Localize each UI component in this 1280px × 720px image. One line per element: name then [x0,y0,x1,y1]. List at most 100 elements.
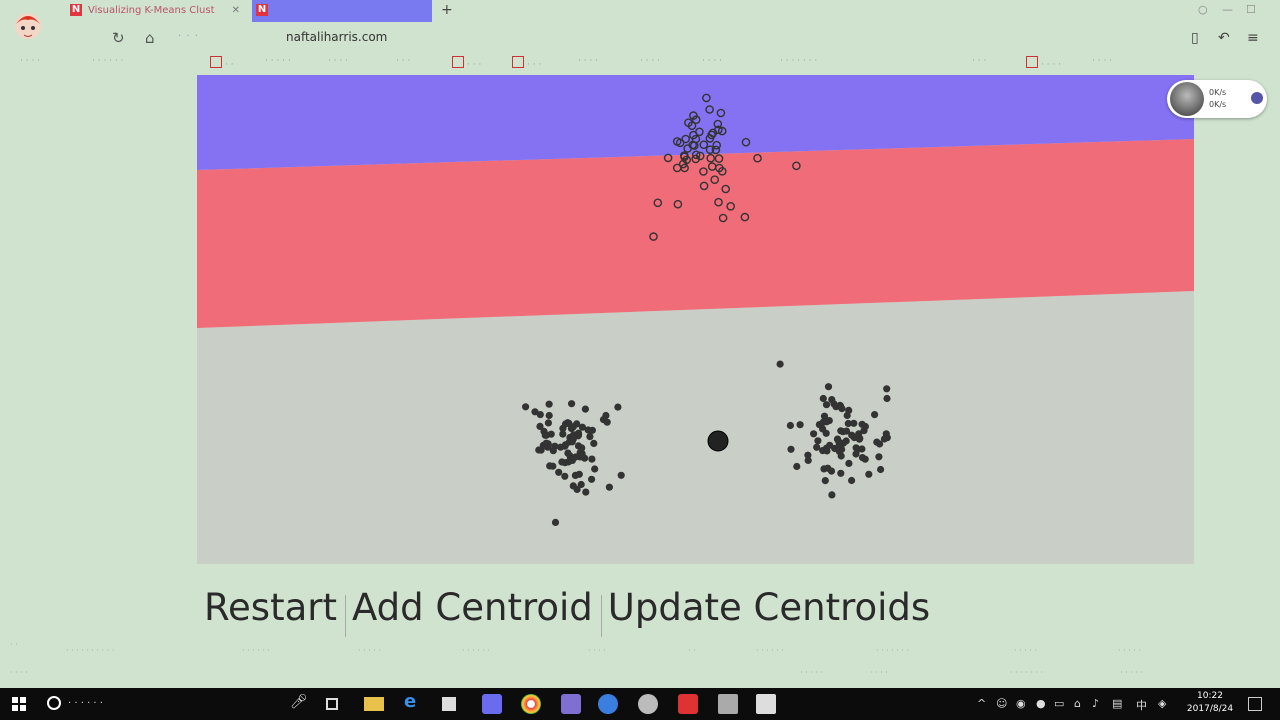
data-point [582,488,590,496]
data-point [522,403,530,411]
tray-expand-icon[interactable]: ^ [977,697,986,710]
maximize-icon[interactable]: ☐ [1246,3,1256,16]
data-point [569,431,577,439]
data-point [858,454,867,462]
close-icon[interactable]: ✕ [232,0,240,22]
system-clock[interactable]: 10:22 2017/8/24 [1185,690,1235,716]
new-tab-icon[interactable]: + [441,2,453,18]
footer-text: · · · · · · [462,646,490,655]
data-point [602,411,610,420]
microphone-icon[interactable]: 🎤︎ [290,694,310,714]
edge-icon[interactable]: e [404,691,424,712]
data-point [617,471,625,479]
bookmark-icon[interactable]: · · · · [328,56,348,66]
bookmark-icon[interactable]: · · [210,56,234,70]
browser-blue-icon[interactable] [598,694,618,714]
volume-icon[interactable]: ♪ [1092,697,1099,710]
undo-icon[interactable]: ↶ [1218,30,1230,46]
bookmark-icon[interactable]: · · · · [578,56,598,66]
data-point [838,445,846,453]
store-icon[interactable] [442,697,456,711]
centroid-marker[interactable] [707,430,729,452]
data-point [565,438,574,446]
data-point [819,394,827,403]
data-point [845,459,853,467]
bookmark-icon[interactable]: · · · · · [265,56,291,66]
data-point [588,426,596,434]
app-violet-icon[interactable] [561,694,581,714]
pin-icon[interactable]: ○ [1198,3,1208,16]
update-centroids-button[interactable]: Update Centroids [608,584,936,632]
add-centroid-button[interactable]: Add Centroid [352,584,599,632]
bookmark-icon[interactable]: · · · [512,56,541,70]
restart-button[interactable]: Restart [204,584,343,632]
footer-text: · · [10,640,18,649]
data-point [813,443,821,451]
bookmark-icon[interactable]: · · · · [20,56,40,66]
people-icon[interactable]: ☺ [996,697,1007,710]
cortana-search-field[interactable]: · · · · · · [68,698,103,709]
address-bar: ↻ ⌂ · · · naftaliharris.com ▯ ↶ ≡ [0,24,1280,52]
menu-icon[interactable]: ≡ [1247,30,1259,46]
shield-icon[interactable]: ◈ [1158,697,1166,710]
cortana-icon[interactable] [47,696,61,710]
chrome-icon[interactable] [521,694,541,714]
data-point [873,438,881,446]
bookmark-icon[interactable]: · · · [452,56,481,70]
notification-center-icon[interactable] [1248,697,1262,711]
file-explorer-icon[interactable] [364,697,384,711]
battery-icon[interactable]: ▭ [1054,697,1064,710]
app-purple-icon[interactable] [482,694,502,714]
bookmark-icon[interactable]: · · · [396,56,410,66]
bookmark-icon[interactable]: · · · · · · [92,56,123,66]
data-point [545,400,553,408]
data-point [837,427,845,435]
bookmark-icon[interactable]: · · · · [702,56,722,66]
bookmark-icon[interactable]: · · · · · · · [780,56,817,66]
data-point [842,437,850,445]
reload-icon[interactable]: ↻ [112,29,125,47]
clock-time: 10:22 [1197,691,1223,701]
data-point [810,430,818,438]
task-view-icon[interactable] [326,698,338,710]
divider [600,594,602,637]
bookmark-icon[interactable]: · · · · [640,56,660,66]
data-point [793,462,801,471]
kmeans-canvas[interactable] [197,75,1194,564]
app-gray-icon[interactable] [638,694,658,714]
network-speed-widget[interactable]: 0K/s 0K/s [1167,80,1267,118]
terminal-icon[interactable] [756,694,776,714]
app-red-icon[interactable] [678,694,698,714]
data-point [614,403,622,411]
home-icon[interactable]: ⌂ [145,29,155,47]
app-window-icon[interactable] [718,694,738,714]
data-point [883,394,891,403]
keyboard-icon[interactable]: ▤ [1112,697,1122,710]
tab-strip: N Visualizing K-Means Clust ✕ N + ○ — ☐ [0,0,1280,39]
bookmark-icon[interactable]: · · · [972,56,986,66]
data-point [603,418,611,426]
ime-indicator[interactable]: 中 [1136,697,1147,713]
sidebar-icon[interactable]: ▯ [1191,30,1199,46]
data-point [605,483,613,491]
tab-active[interactable]: N [252,0,432,22]
url-field[interactable]: naftaliharris.com [286,30,387,44]
data-point [883,385,891,393]
bookmark-icon[interactable]: · · · · [1026,56,1061,70]
data-point [578,423,586,431]
download-speed: 0K/s [1209,100,1227,109]
tray-icon[interactable]: ● [1036,697,1046,710]
bookmark-icon[interactable]: · · · · [1092,56,1112,66]
antivirus-icon[interactable]: ◉ [1016,697,1026,710]
windows-taskbar: · · · · · · 🎤︎ e ^ ☺ ◉ ● ▭ ⌂ ♪ ▤ 中 ◈ 10:… [0,688,1280,720]
voronoi-plot[interactable] [197,75,1194,564]
data-point [576,449,584,457]
windows-start-icon[interactable] [12,697,26,711]
minimize-icon[interactable]: — [1222,3,1233,16]
tab-kmeans[interactable]: N Visualizing K-Means Clust ✕ [66,0,246,22]
footer-text: · · · · · · [756,646,784,655]
data-point [544,419,552,427]
data-point [575,470,583,478]
data-point [586,433,594,441]
network-icon[interactable]: ⌂ [1074,697,1081,710]
